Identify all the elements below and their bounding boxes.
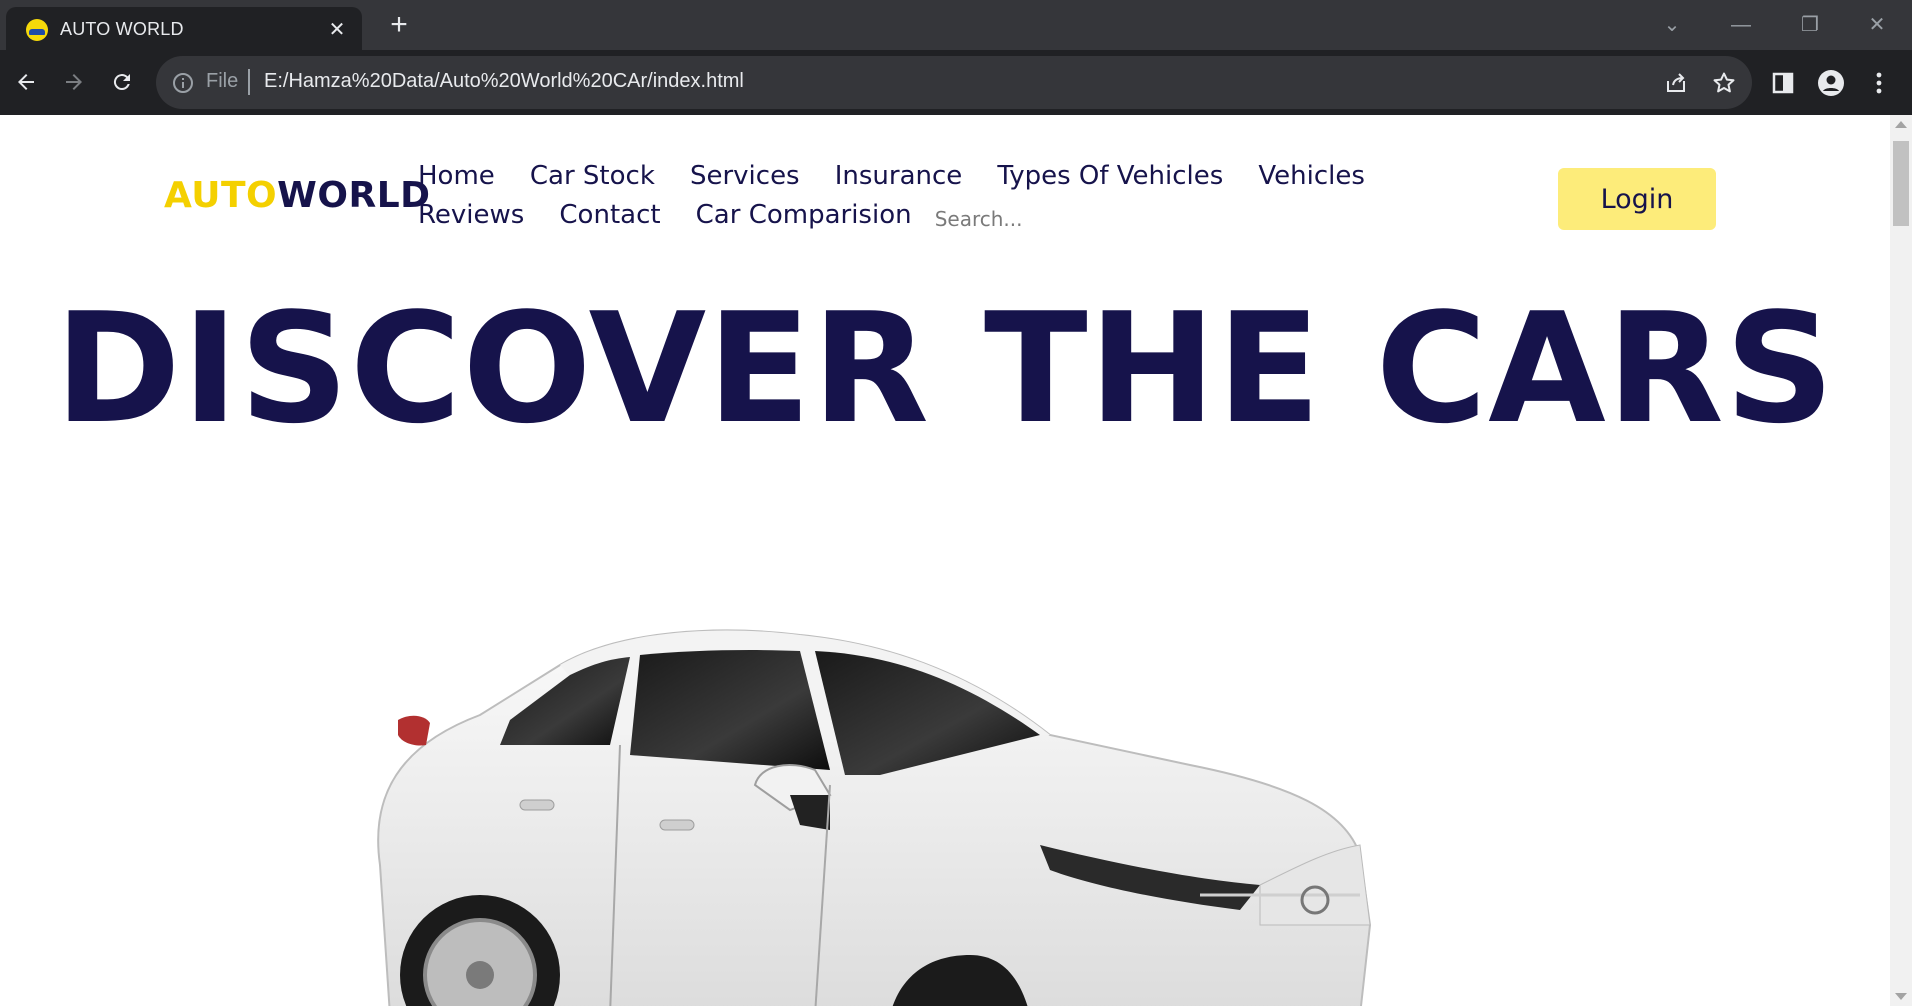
menu-kebab-icon[interactable] [1864, 68, 1894, 98]
side-panel-icon[interactable] [1768, 68, 1798, 98]
url-separator [248, 69, 250, 95]
tab-search-icon[interactable]: ⌄ [1647, 8, 1697, 42]
info-icon[interactable] [172, 72, 194, 94]
bookmark-star-icon[interactable] [1710, 69, 1738, 97]
nav-contact[interactable]: Contact [559, 196, 660, 235]
logo-world: WORLD [277, 175, 431, 216]
forward-icon[interactable] [54, 62, 94, 102]
nav-car-stock[interactable]: Car Stock [530, 157, 655, 196]
main-nav: Home Car Stock Services Insurance Types … [418, 157, 1498, 235]
back-icon[interactable] [6, 62, 46, 102]
favicon-icon [26, 19, 48, 41]
login-button[interactable]: Login [1558, 168, 1716, 230]
share-icon[interactable] [1662, 69, 1690, 97]
restore-icon[interactable]: ❐ [1785, 8, 1835, 42]
reload-icon[interactable] [102, 62, 142, 102]
url-text[interactable]: E:/Hamza%20Data/Auto%20World%20CAr/index… [264, 70, 744, 93]
browser-toolbar: File E:/Hamza%20Data/Auto%20World%20CAr/… [0, 50, 1912, 115]
car-image [360, 595, 1500, 1006]
tab-close-icon[interactable]: ✕ [324, 16, 350, 42]
site-logo[interactable]: AUTOWORLD [164, 175, 431, 216]
scroll-thumb[interactable] [1893, 141, 1909, 226]
minimize-icon[interactable]: — [1716, 8, 1766, 42]
nav-reviews[interactable]: Reviews [418, 196, 524, 235]
scroll-up-icon[interactable] [1895, 121, 1907, 128]
search-input[interactable] [934, 206, 1095, 231]
nav-home[interactable]: Home [418, 157, 495, 196]
logo-auto: AUTO [164, 175, 278, 216]
scroll-down-icon[interactable] [1895, 993, 1907, 1000]
profile-icon[interactable] [1816, 68, 1846, 98]
browser-tabstrip: AUTO WORLD ✕ + ⌄ — ❐ ✕ [0, 0, 1912, 50]
address-bar[interactable]: File E:/Hamza%20Data/Auto%20World%20CAr/… [156, 56, 1752, 109]
page-content: AUTOWORLD Home Car Stock Services Insura… [0, 115, 1890, 1006]
nav-car-comparision[interactable]: Car Comparision [696, 196, 912, 235]
hero-title: DISCOVER THE CARS [54, 280, 1836, 457]
nav-insurance[interactable]: Insurance [835, 157, 963, 196]
close-window-icon[interactable]: ✕ [1852, 8, 1902, 42]
nav-services[interactable]: Services [690, 157, 800, 196]
tab-title: AUTO WORLD [60, 19, 184, 39]
nav-vehicles[interactable]: Vehicles [1258, 157, 1365, 196]
url-scheme: File [206, 70, 239, 92]
browser-tab[interactable]: AUTO WORLD ✕ [6, 7, 362, 50]
new-tab-button[interactable]: + [382, 8, 416, 42]
nav-types-of-vehicles[interactable]: Types Of Vehicles [997, 157, 1223, 196]
page-scrollbar[interactable] [1890, 115, 1912, 1006]
